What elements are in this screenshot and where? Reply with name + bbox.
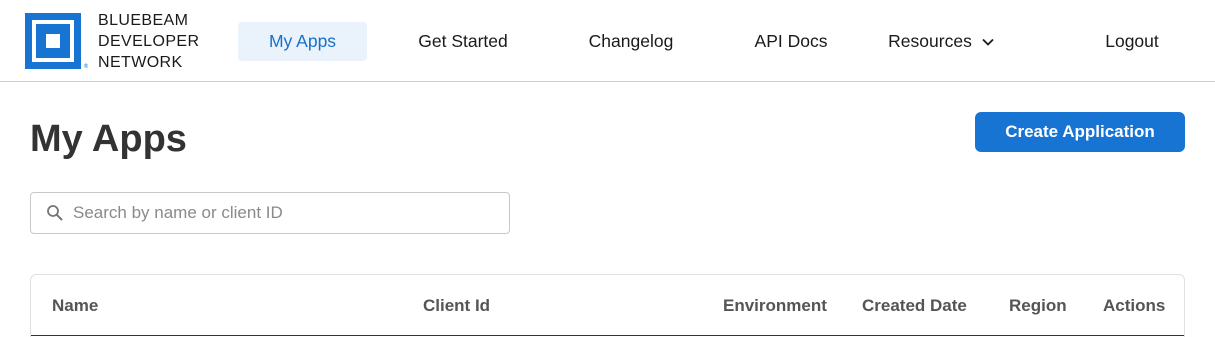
search-box[interactable]: [30, 192, 510, 234]
nav-resources-label: Resources: [888, 31, 972, 51]
brand-name: BLUEBEAM DEVELOPER NETWORK: [98, 10, 199, 73]
nav-api-docs[interactable]: API Docs: [742, 22, 840, 61]
svg-text:®: ®: [83, 63, 88, 69]
nav-changelog[interactable]: Changelog: [574, 22, 688, 61]
table-header: Name Client Id Environment Created Date …: [31, 275, 1184, 336]
chevron-down-icon: [982, 38, 994, 46]
page-title: My Apps: [30, 118, 187, 160]
bluebeam-logo-icon[interactable]: ®: [25, 13, 88, 69]
nav-get-started[interactable]: Get Started: [404, 22, 522, 61]
column-header-created-date[interactable]: Created Date: [862, 296, 967, 316]
column-header-actions: Actions: [1103, 296, 1166, 315]
column-header-region[interactable]: Region: [1009, 296, 1067, 316]
search-icon: [45, 203, 65, 223]
brand-line-2: DEVELOPER: [98, 33, 200, 50]
search-input[interactable]: [73, 203, 493, 223]
nav-my-apps[interactable]: My Apps: [238, 22, 367, 61]
apps-table: Name Client Id Environment Created Date …: [30, 274, 1185, 337]
create-application-button[interactable]: Create Application: [975, 112, 1185, 152]
brand-line-1: BLUEBEAM: [98, 12, 189, 29]
brand-line-3: NETWORK: [98, 54, 183, 71]
top-header: ® BLUEBEAM DEVELOPER NETWORK My Apps Get…: [0, 0, 1215, 82]
column-header-environment[interactable]: Environment: [723, 296, 827, 316]
nav-logout[interactable]: Logout: [1094, 22, 1170, 61]
nav-resources-dropdown[interactable]: Resources: [878, 22, 1004, 61]
column-header-name[interactable]: Name: [52, 296, 98, 316]
column-header-client-id[interactable]: Client Id: [423, 296, 490, 316]
